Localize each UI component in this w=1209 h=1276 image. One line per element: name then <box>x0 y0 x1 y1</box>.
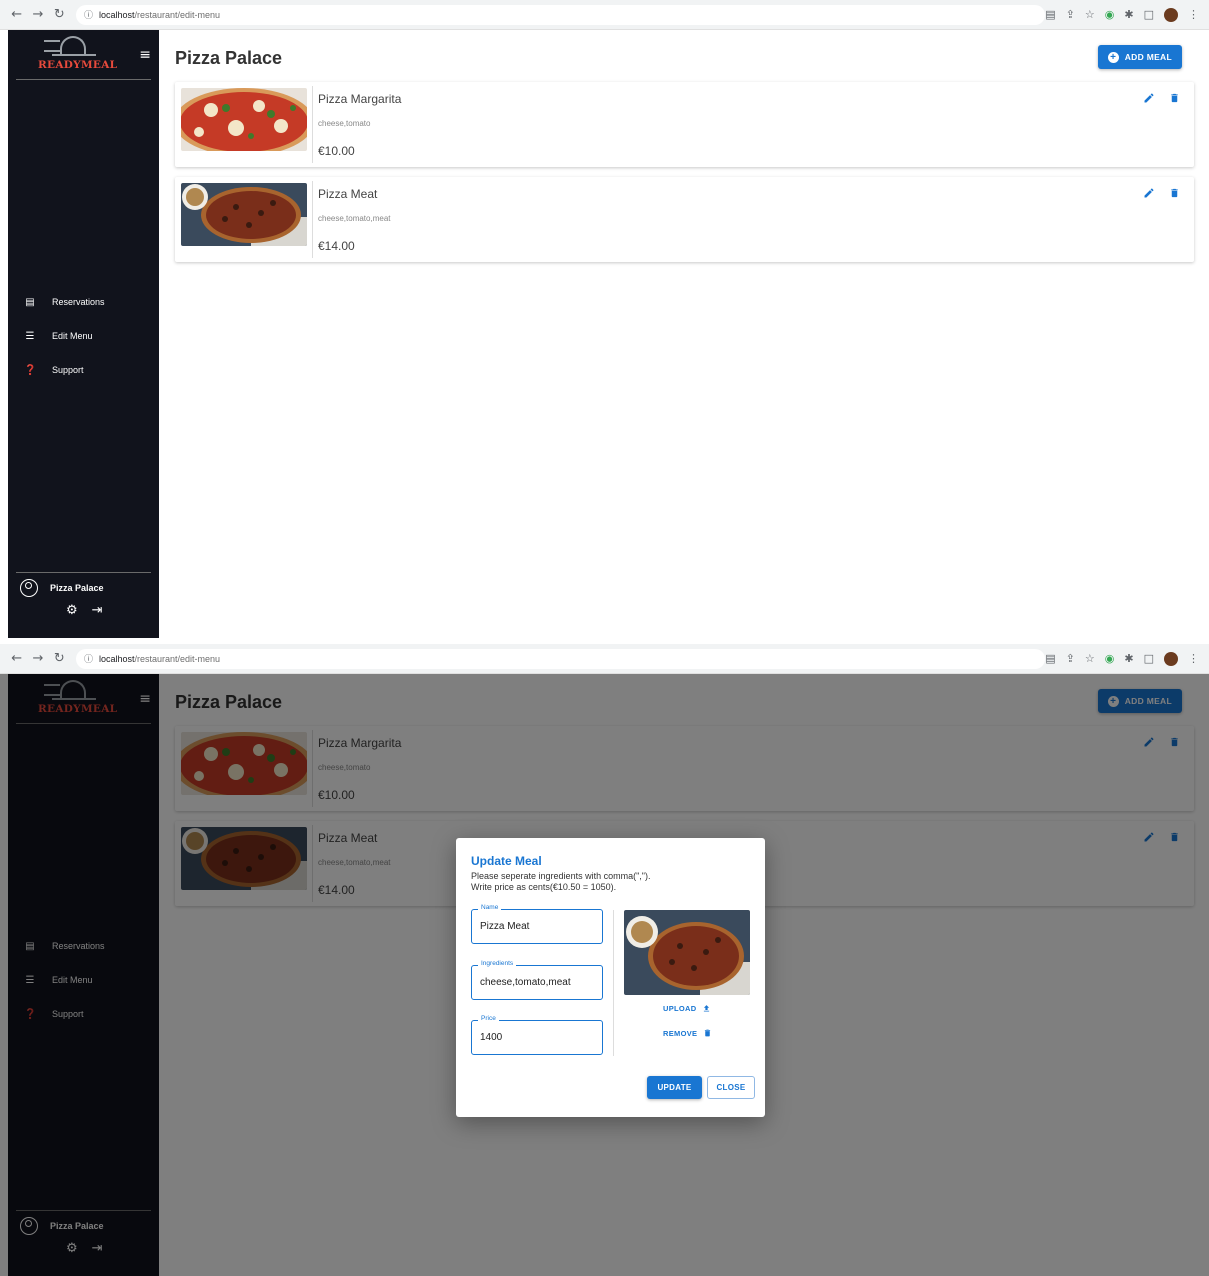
share-icon[interactable]: ⇪ <box>1066 652 1075 665</box>
meal-image-preview <box>624 910 750 995</box>
name-field[interactable]: Name Pizza Meat <box>471 904 603 944</box>
extensions-puzzle-icon[interactable]: ✱ <box>1124 8 1133 21</box>
browser-toolbar: ← → ↻ ⓘ localhost/restaurant/edit-menu ▤… <box>0 644 1209 674</box>
help-icon: ❓ <box>24 364 37 376</box>
meal-image-meat <box>181 183 307 246</box>
profile-avatar[interactable] <box>1164 651 1178 666</box>
browser-actions: ▤ ⇪ ☆ ◉ ✱ □ ⋮ <box>1045 651 1203 666</box>
meal-ingredients: cheese,tomato <box>318 119 371 128</box>
user-avatar-icon <box>20 579 38 597</box>
tab-search-icon[interactable]: ▤ <box>1045 652 1055 665</box>
user-profile: Pizza Palace <box>8 573 159 597</box>
dialog-description: Please seperate ingredients with comma("… <box>471 871 651 892</box>
add-meal-button[interactable]: + ADD MEAL <box>1097 45 1182 69</box>
readymeal-logo: READYMEAL <box>38 32 117 76</box>
forward-icon[interactable]: → <box>27 651 48 666</box>
price-field[interactable]: Price 1400 <box>471 1015 603 1055</box>
close-button[interactable]: CLOSE <box>707 1076 755 1099</box>
ingredients-field[interactable]: Ingredients cheese,tomato,meat <box>471 960 603 1000</box>
url-host: localhost <box>98 653 135 664</box>
page-title: Pizza Palace <box>175 48 283 68</box>
extension-icon[interactable]: ◉ <box>1105 652 1115 665</box>
browser-toolbar: ← → ↻ ⓘ localhost/restaurant/edit-menu ▤… <box>0 0 1209 30</box>
sidebar-item-label: Reservations <box>52 297 105 307</box>
meal-card: Pizza Meat cheese,tomato,meat €14.00 <box>175 177 1194 262</box>
bookmark-star-icon[interactable]: ☆ <box>1085 652 1095 665</box>
sidebar-item-label: Edit Menu <box>52 331 93 341</box>
share-icon[interactable]: ⇪ <box>1066 8 1075 21</box>
logout-icon[interactable]: ⇥ <box>92 603 103 618</box>
back-icon[interactable]: ← <box>6 7 27 22</box>
forward-icon[interactable]: → <box>27 7 48 22</box>
address-bar[interactable]: ⓘ localhost/restaurant/edit-menu <box>75 4 1046 25</box>
edit-pencil-icon[interactable] <box>1143 187 1155 199</box>
meal-ingredients: cheese,tomato,meat <box>318 214 391 223</box>
sidebar: READYMEAL ≡ ▤ Reservations ☰ Edit Menu ❓… <box>8 30 159 638</box>
list-icon: ☰ <box>25 330 35 342</box>
address-bar[interactable]: ⓘ localhost/restaurant/edit-menu <box>75 648 1046 669</box>
meal-name: Pizza Meat <box>318 187 378 201</box>
tab-search-icon[interactable]: ▤ <box>1045 8 1055 21</box>
site-info-icon[interactable]: ⓘ <box>84 652 93 665</box>
meal-price: €14.00 <box>318 239 355 253</box>
edit-pencil-icon[interactable] <box>1143 92 1155 104</box>
url-path: /restaurant/edit-menu <box>134 653 221 664</box>
update-button[interactable]: UPDATE <box>647 1076 702 1099</box>
url-host: localhost <box>98 9 135 20</box>
site-info-icon[interactable]: ⓘ <box>84 8 93 21</box>
profile-avatar[interactable] <box>1164 7 1178 22</box>
browser-actions: ▤ ⇪ ☆ ◉ ✱ □ ⋮ <box>1045 7 1203 22</box>
screen-edit-menu-dialog: ← → ↻ ⓘ localhost/restaurant/edit-menu ▤… <box>0 644 1209 1276</box>
dialog-title: Update Meal <box>471 854 542 868</box>
extension-icon[interactable]: ◉ <box>1105 8 1115 21</box>
meal-card: Pizza Margarita cheese,tomato €10.00 <box>175 82 1194 167</box>
user-name: Pizza Palace <box>50 583 104 593</box>
meal-price: €10.00 <box>318 144 355 158</box>
extensions-puzzle-icon[interactable]: ✱ <box>1124 652 1133 665</box>
reload-icon[interactable]: ↻ <box>49 7 70 22</box>
book-icon: ▤ <box>25 296 35 308</box>
sidebar-footer: Pizza Palace ⚙ ⇥ <box>8 572 159 638</box>
bookmark-star-icon[interactable]: ☆ <box>1085 8 1095 21</box>
upload-icon <box>704 1005 710 1012</box>
hamburger-menu-icon[interactable]: ≡ <box>139 47 151 63</box>
settings-gear-icon[interactable]: ⚙ <box>66 603 78 618</box>
sidebar-header: READYMEAL ≡ <box>16 30 151 80</box>
browser-menu-icon[interactable]: ⋮ <box>1188 8 1199 21</box>
update-meal-dialog: Update Meal Please seperate ingredients … <box>456 838 765 1117</box>
meal-name: Pizza Margarita <box>318 92 402 106</box>
meal-image-margarita <box>181 88 307 151</box>
screen-edit-menu: ← → ↻ ⓘ localhost/restaurant/edit-menu ▤… <box>0 0 1209 638</box>
add-circle-icon: + <box>1107 51 1119 63</box>
side-panel-icon[interactable]: □ <box>1144 8 1154 21</box>
url-path: /restaurant/edit-menu <box>134 9 221 20</box>
sidebar-item-support[interactable]: ❓ Support <box>8 353 159 387</box>
sidebar-nav: ▤ Reservations ☰ Edit Menu ❓ Support <box>8 285 159 387</box>
delete-trash-icon <box>705 1029 711 1037</box>
delete-trash-icon[interactable] <box>1169 187 1180 199</box>
app: READYMEAL ≡ ▤ Reservations ☰ Edit Menu ❓… <box>0 30 1209 638</box>
upload-image-button[interactable]: UPLOAD <box>663 1004 711 1013</box>
remove-image-button[interactable]: REMOVE <box>663 1028 712 1038</box>
sidebar-item-reservations[interactable]: ▤ Reservations <box>8 285 159 319</box>
sidebar-item-label: Support <box>52 365 84 375</box>
back-icon[interactable]: ← <box>6 651 27 666</box>
delete-trash-icon[interactable] <box>1169 92 1180 104</box>
side-panel-icon[interactable]: □ <box>1144 652 1154 665</box>
browser-menu-icon[interactable]: ⋮ <box>1188 652 1199 665</box>
main-content: Pizza Palace + ADD MEAL <box>159 30 1209 638</box>
reload-icon[interactable]: ↻ <box>49 651 70 666</box>
sidebar-item-edit-menu[interactable]: ☰ Edit Menu <box>8 319 159 353</box>
